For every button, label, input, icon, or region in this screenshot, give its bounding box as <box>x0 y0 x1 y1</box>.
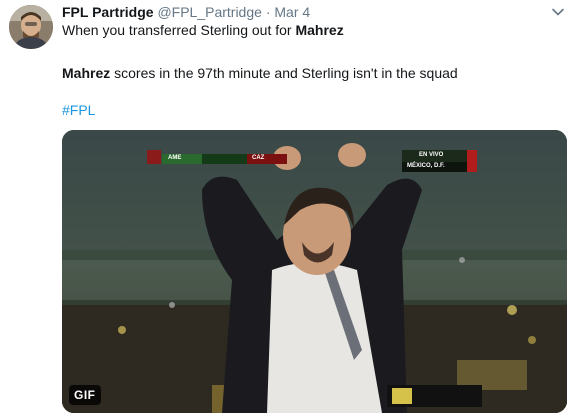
score-left-team: AME <box>168 155 182 161</box>
line1-bold: Mahrez <box>295 22 344 38</box>
separator-dot: · <box>265 4 271 20</box>
line2-rest: scores in the 97th minute and Sterling i… <box>110 65 458 81</box>
line2-bold: Mahrez <box>62 65 111 81</box>
line1-prefix: When you transferred Sterling out for <box>62 22 296 38</box>
avatar-image <box>9 5 53 49</box>
tweet-text-line-1: When you transferred Sterling out for Ma… <box>62 21 344 39</box>
broadcast-location-label: MÉXICO, D.F. <box>407 163 445 169</box>
tweet-date[interactable]: Mar 4 <box>274 4 310 20</box>
tweet-text-line-2: Mahrez scores in the 97th minute and Ste… <box>62 64 458 82</box>
avatar[interactable] <box>9 5 53 49</box>
tweet-header: FPL Partridge @FPL_Partridge · Mar 4 <box>62 3 310 21</box>
display-name[interactable]: FPL Partridge <box>62 4 154 20</box>
user-handle[interactable]: @FPL_Partridge <box>157 4 261 20</box>
gif-media[interactable]: AME CAZ EN VIVO MÉXICO, D.F. GIF <box>62 130 567 413</box>
chevron-down-icon[interactable] <box>551 5 565 19</box>
score-right-team: CAZ <box>252 155 265 161</box>
gif-frame <box>62 130 567 413</box>
hashtag-link[interactable]: #FPL <box>62 101 95 119</box>
broadcast-live-label: EN VIVO <box>419 152 444 158</box>
gif-badge: GIF <box>69 385 101 405</box>
